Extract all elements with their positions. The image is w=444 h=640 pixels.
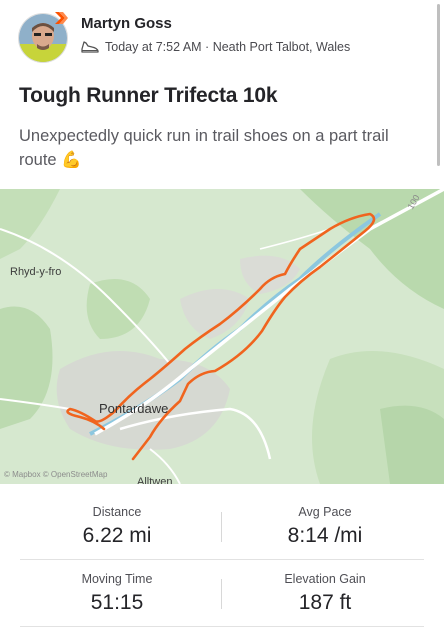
athlete-name[interactable]: Martyn Goss [81, 15, 172, 32]
map-label-pontardawe: Pontardawe [99, 401, 169, 416]
activity-meta: Today at 7:52 AM · Neath Port Talbot, Wa… [80, 40, 350, 54]
map-label-alltwen: Alltwen [137, 476, 173, 484]
map-attribution[interactable]: © Mapbox © OpenStreetMap [4, 470, 107, 479]
stat-label: Moving Time [81, 572, 153, 586]
activity-header: Martyn Goss Today at 7:52 AM · Neath Por… [0, 0, 444, 76]
stat-avg-pace: Avg Pace 8:14 /mi [225, 505, 425, 548]
stat-value: 6.22 mi [82, 524, 152, 547]
stat-elevation-gain: Elevation Gain 187 ft [225, 572, 425, 615]
shoe-icon [81, 41, 99, 53]
map-canvas[interactable] [0, 189, 444, 484]
scrollbar[interactable] [437, 4, 440, 166]
stat-moving-time: Moving Time 51:15 [17, 572, 217, 615]
stats-row-divider [20, 559, 424, 560]
stat-distance: Distance 6.22 mi [17, 505, 217, 548]
stat-divider [221, 512, 222, 542]
activity-stats: Distance 6.22 mi Avg Pace 8:14 /mi Movin… [0, 484, 444, 640]
activity-time-location: Today at 7:52 AM · Neath Port Talbot, Wa… [105, 40, 351, 54]
route-map[interactable]: Rhyd-y-fro Pontardawe Alltwen 100 © Mapb… [0, 189, 444, 484]
stat-divider [221, 579, 222, 609]
stat-label: Elevation Gain [284, 572, 366, 586]
stat-value: 51:15 [90, 591, 144, 614]
activity-description: Unexpectedly quick run in trail shoes on… [19, 127, 389, 169]
activity-title[interactable]: Tough Runner Trifecta 10k [19, 84, 278, 108]
athlete-avatar[interactable] [18, 12, 68, 63]
subscriber-badge-icon [55, 12, 68, 24]
stats-bottom-divider [20, 626, 424, 627]
stat-value: 8:14 /mi [287, 524, 363, 547]
map-label-rhyd-y-fro: Rhyd-y-fro [10, 266, 62, 278]
stat-label: Distance [92, 505, 142, 519]
stat-label: Avg Pace [298, 505, 352, 519]
stat-value: 187 ft [298, 591, 352, 614]
